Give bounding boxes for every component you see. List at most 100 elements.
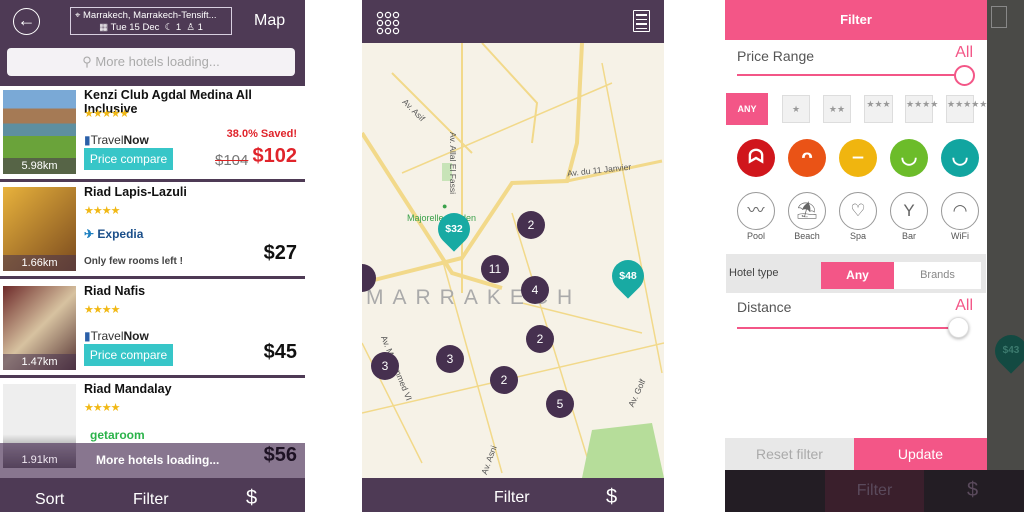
hotel-name: Riad Nafis <box>84 284 146 298</box>
provider-logo: ▮TravelNow <box>84 133 149 147</box>
star-rating: ★★★★ <box>84 402 120 414</box>
star-any-button[interactable]: ANY <box>726 93 768 125</box>
grin-face-icon[interactable]: ◡ <box>941 139 979 177</box>
neutral-face-icon[interactable]: ‒ <box>839 139 877 177</box>
price-compare-button[interactable]: Price compare <box>84 148 173 170</box>
distance-slider-thumb[interactable] <box>948 317 969 338</box>
map-screen: Av. Asif Av. Allal El Fassi Av. du 11 Ja… <box>362 0 664 512</box>
guests-count: 1 <box>197 22 203 33</box>
street-label: Av. Allal El Fassi <box>448 131 459 195</box>
distance: 1.47km <box>3 354 76 370</box>
distance: 1.91km <box>21 454 58 466</box>
hotel-photo: 1.47km <box>3 286 76 370</box>
price-compare-button[interactable]: Price compare <box>84 344 173 366</box>
hotel-cluster-marker[interactable]: 4 <box>521 276 549 304</box>
price: $27 <box>263 242 297 264</box>
map-view[interactable]: Av. Asif Av. Allal El Fassi Av. du 11 Ja… <box>362 43 664 478</box>
star-rating: ★★★★★ <box>84 108 129 120</box>
hotel-cluster-marker[interactable]: 2 <box>517 211 545 239</box>
distance: 1.66km <box>3 255 76 271</box>
search-placeholder: More hotels loading... <box>95 54 220 69</box>
hotel-cluster-marker[interactable]: 3 <box>436 345 464 373</box>
saved-badge: 38.0% Saved! <box>226 128 297 140</box>
hotel-cluster-marker[interactable]: 2 <box>526 325 554 353</box>
person-icon: ♙ <box>186 22 195 33</box>
hotel-type-row: Hotel type Any Brands <box>726 254 986 293</box>
distance-track <box>737 327 952 329</box>
hotel-cluster-marker[interactable]: 3 <box>371 352 399 380</box>
star-3-button[interactable]: ★★★ <box>864 95 893 123</box>
currency-button[interactable]: $ <box>246 487 257 510</box>
hotel-type-any[interactable]: Any <box>821 262 894 289</box>
map-button[interactable]: Map <box>254 12 285 30</box>
price-range-value: All <box>955 44 973 61</box>
provider-logo: ▮TravelNow <box>84 329 149 343</box>
hotel-name: Riad Lapis-Lazuli <box>84 185 187 199</box>
reset-filter-button[interactable]: Reset filter <box>725 438 854 470</box>
filter-button[interactable]: Filter <box>825 470 924 512</box>
search-summary[interactable]: ⌖ Marrakech, Marrakech-Tensift... ▦ Tue … <box>70 7 232 35</box>
hotel-type-brands[interactable]: Brands <box>894 262 981 289</box>
star-1-button[interactable]: ★ <box>782 95 810 123</box>
price-pin-label: $32 <box>445 223 463 235</box>
provider-logo: ✈ Expedia <box>84 227 144 241</box>
price-range-track <box>737 74 965 76</box>
hotel-name: Riad Mandalay <box>84 382 172 396</box>
hotel-cluster-marker[interactable]: 11 <box>481 255 509 283</box>
crying-face-icon[interactable]: ᗣ <box>737 139 775 177</box>
angry-face-icon[interactable]: ᴖ <box>788 139 826 177</box>
grid-menu-icon[interactable] <box>376 11 400 35</box>
location-pin-icon: ⌖ <box>75 10 81 21</box>
date-text: Tue 15 Dec <box>110 22 160 33</box>
currency-button[interactable]: $ <box>967 479 978 502</box>
map-header <box>362 0 664 43</box>
bottom-toolbar: Filter $ <box>725 470 1024 512</box>
update-button[interactable]: Update <box>854 438 987 470</box>
star-4-button[interactable]: ★★★★ <box>905 95 938 123</box>
list-header: ← ⌖ Marrakech, Marrakech-Tensift... ▦ Tu… <box>0 0 305 86</box>
smile-face-icon[interactable]: ◡ <box>890 139 928 177</box>
amenity-label: Bar <box>901 231 916 241</box>
hotel-row[interactable]: 1.47km Riad Nafis ★★★★ ▮TravelNow Price … <box>0 282 305 378</box>
currency-button[interactable]: $ <box>606 486 617 509</box>
amenity-beach[interactable]: ⛱ Beach <box>788 192 826 241</box>
sort-button[interactable]: Sort <box>35 491 64 509</box>
palm-tree-icon: ⛱ <box>788 192 826 230</box>
amenity-label: WiFi <box>951 231 969 241</box>
hotel-list-screen: ← ⌖ Marrakech, Marrakech-Tensift... ▦ Tu… <box>0 0 305 512</box>
amenity-bar[interactable]: Y Bar <box>890 192 928 241</box>
amenity-spa[interactable]: ♡ Spa <box>839 192 877 241</box>
price: $45 <box>263 341 297 363</box>
back-button[interactable]: ← <box>13 8 40 35</box>
distance-value: All <box>955 297 973 314</box>
hotel-cluster-marker[interactable]: 5 <box>546 390 574 418</box>
cocktail-icon: Y <box>890 192 928 230</box>
bed-icon: ☾ <box>164 22 174 33</box>
provider-logo: getaroom <box>90 428 145 442</box>
list-view-icon <box>991 6 1007 28</box>
filter-screen: $43 Filter Price Range All ANY ★ ★★ ★★★ … <box>725 0 1024 512</box>
hotel-photo: 1.66km <box>3 187 76 271</box>
search-input[interactable]: ⚲ More hotels loading... <box>7 48 295 76</box>
amenity-label: Spa <box>849 231 866 241</box>
hotel-cluster-marker[interactable]: 2 <box>490 366 518 394</box>
bottom-toolbar: Sort Filter $ <box>0 478 305 512</box>
list-view-icon[interactable] <box>633 10 650 32</box>
hotel-type-label: Hotel type <box>729 267 779 279</box>
bottom-toolbar: Filter $ <box>362 478 664 512</box>
distance: 5.98km <box>3 158 76 174</box>
star-2-button[interactable]: ★★ <box>823 95 851 123</box>
price-range-label: Price Range <box>737 48 815 64</box>
search-icon: ⚲ <box>82 54 92 69</box>
amenity-pool[interactable]: 〰 Pool <box>737 192 775 241</box>
price-range-slider-thumb[interactable] <box>954 65 975 86</box>
dimmed-map: $43 <box>987 0 1024 470</box>
amenity-wifi[interactable]: ◠ WiFi <box>941 192 979 241</box>
star-5-button[interactable]: ★★★★★ <box>946 95 987 123</box>
filter-button[interactable]: Filter <box>494 489 530 507</box>
hotel-photo: 1.91km <box>3 384 76 468</box>
hotel-row[interactable]: 5.98km Kenzi Club Agdal Medina All Inclu… <box>0 86 305 182</box>
hotel-row[interactable]: 1.66km Riad Lapis-Lazuli ★★★★ ✈ Expedia … <box>0 183 305 279</box>
filter-button[interactable]: Filter <box>133 491 169 509</box>
location-text: Marrakech, Marrakech-Tensift... <box>83 10 217 21</box>
